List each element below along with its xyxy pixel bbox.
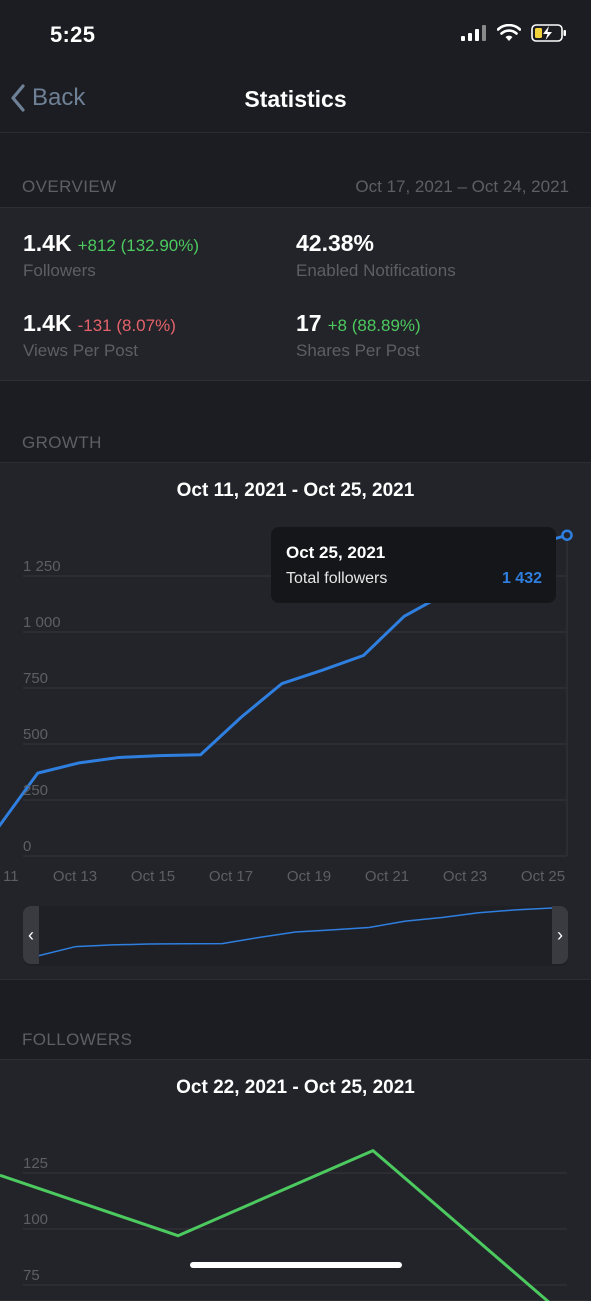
stat-label: Followers <box>23 261 96 280</box>
status-time: 5:25 <box>50 22 96 47</box>
navigator-right-handle[interactable]: › <box>552 906 568 964</box>
tooltip-value: 1 432 <box>501 570 542 587</box>
battery-charging-icon <box>531 24 566 42</box>
status-bar: 5:25 <box>0 0 591 70</box>
x-tick-label: Oct 13 <box>52 868 98 885</box>
x-tick-label: Oct 17 <box>208 868 254 885</box>
growth-chart-title: Oct 11, 2021 - Oct 25, 2021 <box>176 480 415 501</box>
stat-label: Enabled Notifications <box>296 261 456 280</box>
stat-value: 42.38% <box>296 230 375 256</box>
x-tick-label: Oct 11 <box>0 868 19 885</box>
overview-section-label: OVERVIEW <box>22 177 117 196</box>
status-icons <box>461 24 567 42</box>
y-tick-label: 500 <box>23 726 49 743</box>
navigator-left-handle[interactable]: ‹ <box>23 906 39 964</box>
x-tick-label: Oct 15 <box>130 868 176 885</box>
range-navigator[interactable] <box>0 904 591 968</box>
home-indicator <box>190 1262 402 1268</box>
stat-label: Views Per Post <box>23 341 138 360</box>
overview-date-range: Oct 17, 2021 – Oct 24, 2021 <box>355 177 569 196</box>
stat-shares-per-post: 17 +8 (88.89%) Shares Per Post <box>296 310 421 361</box>
y-tick-label: 100 <box>23 1211 49 1228</box>
x-tick-label: Oct 21 <box>364 868 410 885</box>
y-tick-label: 1 250 <box>23 558 61 575</box>
page-title: Statistics <box>244 86 347 112</box>
stat-followers: 1.4K +812 (132.90%) Followers <box>23 230 199 281</box>
stat-enabled-notifications: 42.38% Enabled Notifications <box>296 230 456 281</box>
stat-value: 1.4K <box>23 310 72 336</box>
tooltip-date: Oct 25, 2021 <box>286 543 386 562</box>
followers-chart[interactable] <box>0 1100 591 1301</box>
stat-label: Shares Per Post <box>296 341 420 360</box>
followers-section-label: FOLLOWERS <box>22 1030 133 1049</box>
stat-value: 17 <box>296 310 322 336</box>
signal-icon <box>461 25 486 41</box>
navigation-bar: Back Statistics <box>0 70 591 133</box>
stat-delta: +8 (88.89%) <box>327 316 421 335</box>
stat-delta: +812 (132.90%) <box>77 236 200 255</box>
chart-tooltip: Oct 25, 2021 Total followers 1 432 <box>271 527 556 603</box>
stat-value: 1.4K <box>23 230 72 256</box>
navigator-background <box>23 906 568 966</box>
y-tick-label: 1 000 <box>23 614 61 631</box>
y-tick-label: 250 <box>23 782 49 799</box>
y-tick-label: 125 <box>23 1155 49 1172</box>
wifi-icon <box>497 24 521 41</box>
y-tick-label: 75 <box>23 1267 40 1284</box>
x-tick-label: Oct 25 <box>520 868 566 885</box>
x-tick-label: Oct 23 <box>442 868 488 885</box>
tooltip-key: Total followers <box>286 570 388 587</box>
selected-point <box>561 529 573 541</box>
stat-views-per-post: 1.4K -131 (8.07%) Views Per Post <box>23 310 176 361</box>
followers-chart-title: Oct 22, 2021 - Oct 25, 2021 <box>176 1077 415 1098</box>
growth-section-label: GROWTH <box>22 433 102 452</box>
y-tick-label: 0 <box>23 838 32 855</box>
overview-card: 1.4K +812 (132.90%) Followers 42.38% Enab… <box>0 207 591 381</box>
y-tick-label: 750 <box>23 670 49 687</box>
stat-delta: -131 (8.07%) <box>77 316 176 335</box>
x-tick-label: Oct 19 <box>286 868 332 885</box>
